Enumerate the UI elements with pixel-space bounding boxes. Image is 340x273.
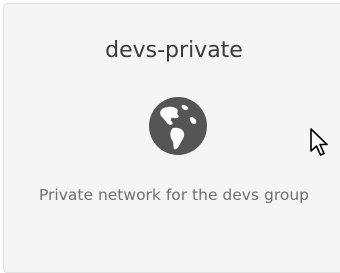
mouse-pointer-icon	[310, 128, 328, 156]
network-description: Private network for the devs group	[38, 186, 309, 204]
network-card-devs-private[interactable]: devs-private Private network for the dev…	[3, 3, 340, 273]
network-title: devs-private	[105, 38, 243, 63]
globe-icon	[149, 97, 207, 155]
